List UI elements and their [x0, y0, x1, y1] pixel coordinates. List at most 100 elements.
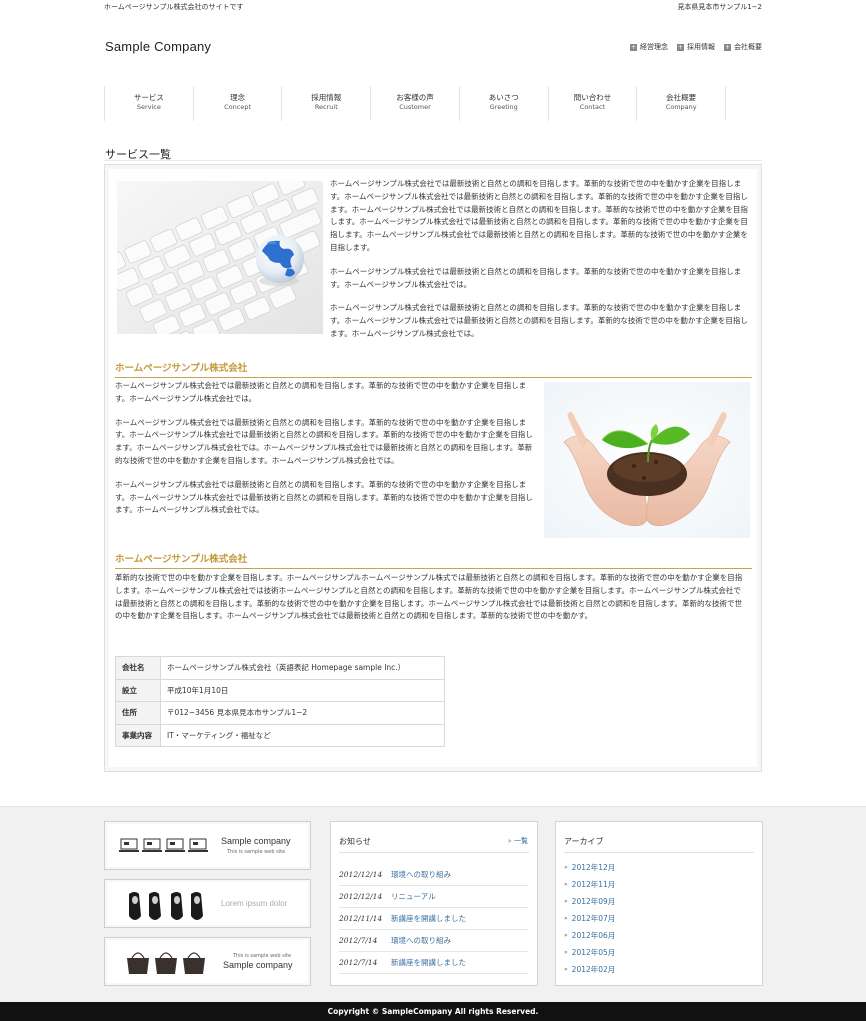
computers-icon	[119, 838, 208, 852]
nav-item-greeting[interactable]: あいさつ Greeting	[460, 86, 549, 121]
chevron-right-icon: »	[564, 932, 568, 939]
copyright-bar: Copyright © SampleCompany All rights Res…	[0, 1002, 866, 1021]
section-heading: ホームページサンプル株式会社	[115, 551, 752, 569]
global-nav: サービス Service 理念 Concept 採用情報 Recruit お客様の声 C…	[104, 86, 727, 121]
news-divider	[339, 852, 529, 853]
archive-item[interactable]: » 2012年06月	[564, 930, 615, 941]
nav-item-ja-label: お客様の声	[396, 93, 434, 102]
nav-item-ja-label: 採用情報	[311, 93, 342, 102]
news-item[interactable]: 2012/11/14 新講座を開講しました	[339, 908, 528, 930]
news-box: お知らせ » 一覧 2012/12/14 環境への取り組み 2012/12/14 リ…	[330, 821, 538, 986]
nav-item-ja-label: あいさつ	[488, 93, 519, 102]
table-row: 会社名 ホームページサンプル株式会社（英語表記 Homepage sample I…	[115, 656, 445, 680]
archive-item[interactable]: » 2012年05月	[564, 947, 615, 958]
nav-item-customer[interactable]: お客様の声 Customer	[371, 86, 460, 121]
utility-link-recruit[interactable]: + 採用情報	[677, 42, 715, 52]
nav-item-en-label: Company	[665, 103, 697, 111]
nav-item-service[interactable]: サービス Service	[105, 86, 194, 121]
chevron-right-icon: »	[564, 864, 568, 871]
utility-link-label: 経営理念	[640, 43, 668, 51]
table-row: 住所 〒012−3456 見本県見本市サンプル1−2	[115, 701, 445, 725]
archive-label: 2012年11月	[571, 880, 616, 889]
section2-paragraph: 革新的な技術で世の中を動かす企業を目指します。ホームページサンプルホームページサ…	[115, 573, 743, 621]
table-header-cell: 会社名	[115, 656, 161, 680]
table-header-cell: 設立	[115, 678, 161, 702]
nav-item-ja-label: 会社概要	[666, 93, 697, 102]
archive-label: 2012年06月	[571, 931, 616, 940]
news-title: 新講座を開講しました	[391, 914, 466, 923]
chevron-right-icon: »	[564, 915, 568, 922]
news-item[interactable]: 2012/7/14 環境への取り組み	[339, 930, 528, 952]
plus-square-icon: +	[724, 43, 731, 51]
news-date: 2012/7/14	[339, 958, 378, 967]
news-title: 新講座を開講しました	[391, 958, 466, 967]
archive-label: 2012年02月	[571, 965, 616, 974]
nav-item-ja-label: 理念	[230, 93, 246, 102]
site-logo[interactable]: Sample Company	[105, 39, 211, 54]
chevron-right-icon: »	[564, 898, 568, 905]
table-header-cell: 住所	[115, 701, 161, 725]
banner-sample-company-bags[interactable]: This is sample web site Sample company	[104, 937, 311, 986]
archive-item[interactable]: » 2012年11月	[564, 879, 615, 890]
archive-item[interactable]: » 2012年09月	[564, 896, 615, 907]
banner-lorem-ipsum[interactable]: Lorem ipsum dolor	[104, 879, 311, 928]
banner-sample-company[interactable]: Sample company This is sample web site	[104, 821, 311, 870]
archive-item[interactable]: » 2012年07月	[564, 913, 615, 924]
utility-link-philosophy[interactable]: + 経営理念	[630, 42, 668, 52]
section-heading: ホームページサンプル株式会社	[115, 360, 752, 378]
news-item[interactable]: 2012/7/14 新講座を開講しました	[339, 952, 528, 974]
nav-item-contact[interactable]: 問い合わせ Contact	[549, 86, 638, 121]
news-item[interactable]: 2012/12/14 リニューアル	[339, 886, 528, 908]
banner-small-text: This is sample web site	[233, 953, 292, 959]
banner-subtitle: This is sample web site	[227, 849, 286, 855]
plus-square-icon: +	[677, 43, 684, 51]
banner-title: Lorem ipsum dolor	[221, 899, 288, 908]
utility-link-label: 採用情報	[687, 43, 715, 51]
nav-item-en-label: Contact	[579, 103, 606, 111]
banner-title: Sample company	[223, 960, 293, 970]
table-row: 設立 平成10年1月10日	[115, 678, 445, 702]
intro-paragraph: ホームページサンプル株式会社では最新技術と自然との調和を目指します。革新的な技術…	[330, 266, 742, 289]
chevron-right-icon: »	[564, 881, 568, 888]
utility-link-label: 会社概要	[734, 43, 762, 51]
table-cell: 〒012−3456 見本県見本市サンプル1−2	[160, 701, 445, 725]
section2-text: 革新的な技術で世の中を動かす企業を目指します。ホームページサンプルホームページサ…	[115, 572, 747, 623]
keyboard-globe-image	[117, 181, 323, 334]
plus-square-icon: +	[630, 43, 637, 51]
company-info-table: 会社名 ホームページサンプル株式会社（英語表記 Homepage sample I…	[115, 656, 445, 747]
utility-nav: + 経営理念 + 採用情報 + 会社概要	[630, 42, 762, 52]
nav-item-recruit[interactable]: 採用情報 Recruit	[282, 86, 372, 121]
news-date: 2012/12/14	[339, 870, 383, 879]
title-divider	[104, 160, 762, 161]
nav-item-en-label: Recruit	[314, 103, 338, 111]
archive-item[interactable]: » 2012年02月	[564, 964, 615, 975]
shoes-icon	[129, 892, 203, 920]
nav-item-concept[interactable]: 理念 Concept	[194, 86, 283, 121]
archive-heading: アーカイブ	[564, 837, 604, 846]
archive-item[interactable]: » 2012年12月	[564, 862, 615, 873]
header-address: 見本県見本市サンプル1−2	[677, 3, 762, 11]
nav-item-en-label: Greeting	[489, 103, 518, 111]
nav-item-company[interactable]: 会社概要 Company	[637, 86, 727, 121]
nav-item-ja-label: サービス	[133, 93, 164, 102]
news-more-link[interactable]: » 一覧	[507, 836, 528, 846]
bags-icon	[127, 952, 205, 974]
intro-text: ホームページサンプル株式会社では最新技術と自然との調和を目指します。革新的な技術…	[330, 178, 752, 341]
chevron-right-icon: »	[564, 966, 568, 973]
table-cell: IT・マーケティング・福祉など	[160, 723, 445, 747]
news-more-label: 一覧	[514, 837, 528, 845]
table-cell: 平成10年1月10日	[160, 678, 445, 702]
archive-box: アーカイブ » 2012年12月 » 2012年11月 » 2012年09月 » 201…	[555, 821, 763, 986]
intro-paragraph: ホームページサンプル株式会社では最新技術と自然との調和を目指します。革新的な技術…	[330, 179, 748, 252]
section1-text: ホームページサンプル株式会社では最新技術と自然との調和を目指します。革新的な技術…	[115, 380, 537, 517]
table-row: 事業内容 IT・マーケティング・福祉など	[115, 723, 445, 747]
utility-link-company[interactable]: + 会社概要	[724, 42, 762, 52]
site-tagline: ホームページサンプル株式会社のサイトです	[104, 3, 244, 11]
nav-item-ja-label: 問い合わせ	[573, 93, 612, 102]
archive-label: 2012年09月	[571, 897, 616, 906]
nav-item-en-label: Service	[136, 103, 161, 111]
nav-item-en-label: Concept	[224, 103, 252, 111]
news-date: 2012/11/14	[339, 914, 383, 923]
news-item[interactable]: 2012/12/14 環境への取り組み	[339, 864, 528, 886]
archive-label: 2012年05月	[571, 948, 616, 957]
